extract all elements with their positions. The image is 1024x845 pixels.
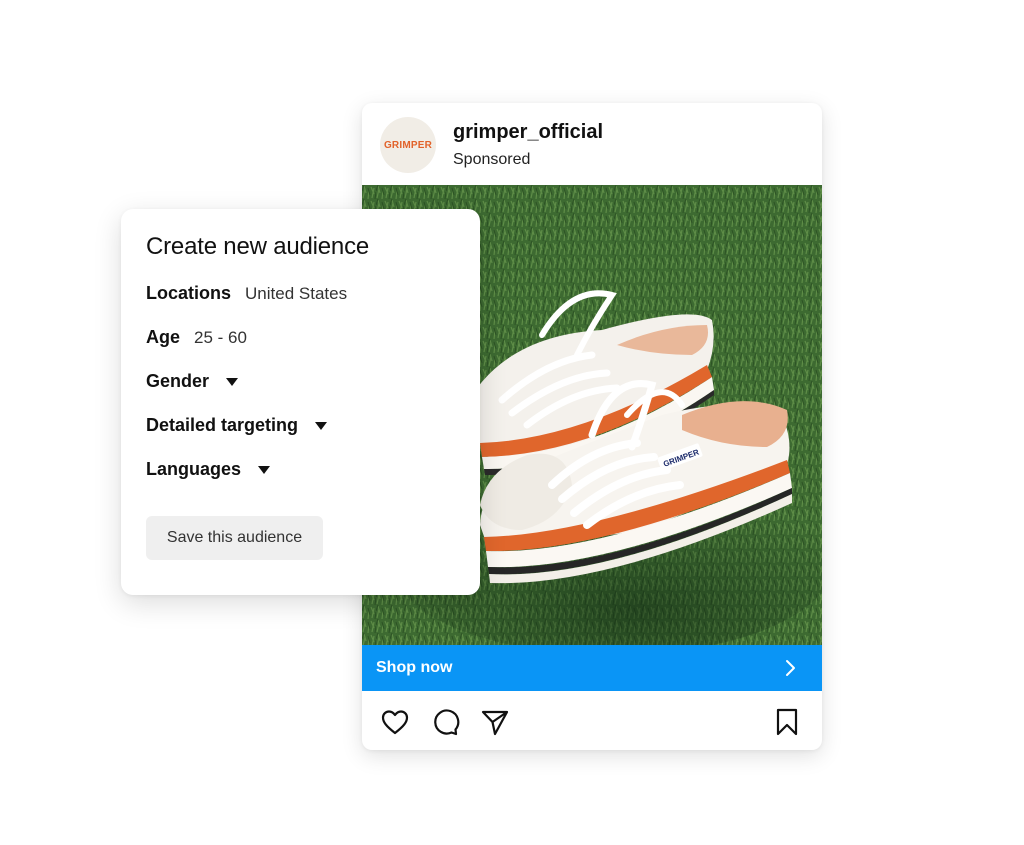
heart-icon[interactable] (380, 707, 410, 737)
gender-dropdown[interactable]: Gender (146, 371, 239, 392)
caret-down-icon (315, 421, 328, 430)
brand-logo-text: GRIMPER (383, 139, 433, 151)
post-actions-bar (362, 691, 822, 750)
shop-now-button[interactable]: Shop now (362, 645, 822, 691)
create-audience-panel: Create new audience Locations United Sta… (121, 209, 480, 595)
locations-row[interactable]: Locations United States (146, 283, 347, 304)
shop-now-label: Shop now (376, 659, 453, 676)
gender-label: Gender (146, 371, 210, 391)
age-value: 25 - 60 (194, 327, 247, 347)
detailed-targeting-dropdown[interactable]: Detailed targeting (146, 415, 328, 436)
languages-label: Languages (146, 459, 242, 479)
chevron-right-icon (786, 660, 795, 676)
share-icon[interactable] (480, 707, 510, 737)
panel-title: Create new audience (146, 233, 370, 260)
detailed-targeting-label: Detailed targeting (146, 415, 299, 435)
bookmark-icon[interactable] (772, 707, 802, 737)
age-row[interactable]: Age 25 - 60 (146, 327, 247, 348)
caret-down-icon (226, 377, 239, 386)
save-audience-button[interactable]: Save this audience (146, 516, 323, 560)
locations-label: Locations (146, 283, 232, 303)
post-header: GRIMPER grimper_official Sponsored (362, 103, 822, 185)
languages-dropdown[interactable]: Languages (146, 459, 271, 480)
age-label: Age (146, 327, 181, 347)
caret-down-icon (258, 465, 271, 474)
account-name[interactable]: grimper_official (453, 121, 603, 144)
brand-avatar[interactable]: GRIMPER (380, 117, 436, 173)
sponsored-label: Sponsored (453, 151, 531, 168)
locations-value: United States (245, 283, 348, 303)
comment-icon[interactable] (430, 707, 460, 737)
